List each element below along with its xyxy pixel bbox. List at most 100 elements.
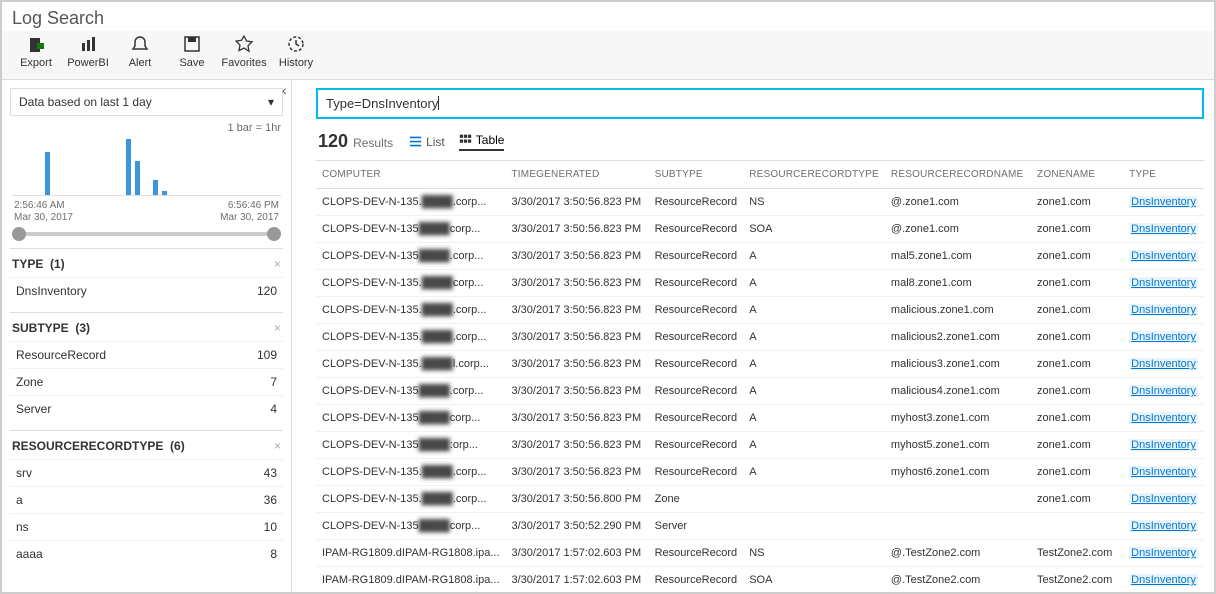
cell-time: 3/30/2017 1:57:02.603 PM <box>506 567 649 593</box>
time-range-slider[interactable] <box>12 232 281 236</box>
collapse-sidebar-chevron-icon[interactable]: ‹ <box>282 82 287 98</box>
table-row[interactable]: CLOPS-DEV-N-135████corp...3/30/2017 3:50… <box>316 216 1204 243</box>
column-header[interactable]: RESOURCERECORDTYPE <box>743 161 885 189</box>
table-row[interactable]: CLOPS-DEV-N-135.████.corp...3/30/2017 3:… <box>316 459 1204 486</box>
facet-row[interactable]: DnsInventory120 <box>10 277 283 304</box>
cell-rrn: mal8.zone1.com <box>885 270 1031 297</box>
search-query-box[interactable]: Type=DnsInventory <box>316 88 1204 119</box>
cell-rrn <box>885 486 1031 513</box>
cell-subtype: ResourceRecord <box>649 351 744 378</box>
toolbar-label: Alert <box>129 57 152 69</box>
view-toggle-table[interactable]: Table <box>459 133 505 151</box>
type-link[interactable]: DnsInventory <box>1129 547 1198 559</box>
powerbi-button[interactable]: PowerBI <box>64 35 112 69</box>
close-icon[interactable]: × <box>274 257 281 271</box>
results-count: 120 Results <box>318 131 393 152</box>
type-link[interactable]: DnsInventory <box>1129 493 1198 505</box>
facet-label: ResourceRecord <box>16 348 106 362</box>
facet-row[interactable]: a36 <box>10 486 283 513</box>
facet-count: 109 <box>257 348 277 362</box>
type-link[interactable]: DnsInventory <box>1129 304 1198 316</box>
cell-zone: zone1.com <box>1031 459 1123 486</box>
cell-rrn: @.zone1.com <box>885 216 1031 243</box>
cell-time: 3/30/2017 3:50:56.823 PM <box>506 378 649 405</box>
facet-header: RESOURCERECORDTYPE (6)× <box>10 439 283 459</box>
cell-rrt: A <box>743 378 885 405</box>
cell-zone: TestZone2.com <box>1031 567 1123 593</box>
histogram-bar[interactable] <box>45 152 50 195</box>
table-row[interactable]: CLOPS-DEV-N-135.████l.corp...3/30/2017 3… <box>316 351 1204 378</box>
close-icon[interactable]: × <box>274 321 281 335</box>
cell-type: DnsInventory <box>1123 513 1204 540</box>
facet-row[interactable]: aaaa8 <box>10 540 283 567</box>
table-row[interactable]: IPAM-RG1809.dIPAM-RG1808.ipa...3/30/2017… <box>316 567 1204 593</box>
type-link[interactable]: DnsInventory <box>1129 439 1198 451</box>
cell-rrt: SOA <box>743 567 885 593</box>
type-link[interactable]: DnsInventory <box>1129 250 1198 262</box>
column-header[interactable]: ZONENAME <box>1031 161 1123 189</box>
cell-time: 3/30/2017 3:50:56.823 PM <box>506 216 649 243</box>
facet-row[interactable]: ns10 <box>10 513 283 540</box>
table-row[interactable]: CLOPS-DEV-N-135████corp...3/30/2017 3:50… <box>316 405 1204 432</box>
table-row[interactable]: CLOPS-DEV-N-135.████.corp...3/30/2017 3:… <box>316 486 1204 513</box>
facet-header: SUBTYPE (3)× <box>10 321 283 341</box>
column-header[interactable]: TIMEGENERATED <box>506 161 649 189</box>
close-icon[interactable]: × <box>274 439 281 453</box>
histogram-bar[interactable] <box>135 161 140 195</box>
table-row[interactable]: CLOPS-DEV-N-135████corp...3/30/2017 3:50… <box>316 513 1204 540</box>
type-link[interactable]: DnsInventory <box>1129 385 1198 397</box>
cell-subtype: ResourceRecord <box>649 189 744 216</box>
table-row[interactable]: IPAM-RG1809.dIPAM-RG1808.ipa...3/30/2017… <box>316 540 1204 567</box>
save-button[interactable]: Save <box>168 35 216 69</box>
histogram-chart[interactable] <box>12 134 281 196</box>
type-link[interactable]: DnsInventory <box>1129 196 1198 208</box>
histogram-bar[interactable] <box>153 180 158 195</box>
cell-subtype: ResourceRecord <box>649 405 744 432</box>
type-link[interactable]: DnsInventory <box>1129 520 1198 532</box>
table-row[interactable]: CLOPS-DEV-N-135████:orp...3/30/2017 3:50… <box>316 432 1204 459</box>
export-button[interactable]: Export <box>12 35 60 69</box>
type-link[interactable]: DnsInventory <box>1129 331 1198 343</box>
facet-row[interactable]: srv43 <box>10 459 283 486</box>
results-table-wrap[interactable]: COMPUTERTIMEGENERATEDSUBTYPERESOURCERECO… <box>316 160 1204 592</box>
cell-type: DnsInventory <box>1123 324 1204 351</box>
alert-button[interactable]: Alert <box>116 35 164 69</box>
table-row[interactable]: CLOPS-DEV-N-135████.corp...3/30/2017 3:5… <box>316 378 1204 405</box>
type-link[interactable]: DnsInventory <box>1129 466 1198 478</box>
cell-rrn: myhost5.zone1.com <box>885 432 1031 459</box>
cell-subtype: Zone <box>649 486 744 513</box>
facet-section: TYPE (1)×DnsInventory120 <box>10 248 283 304</box>
cell-zone: zone1.com <box>1031 351 1123 378</box>
axis-label-right: 6:56:46 PM Mar 30, 2017 <box>220 200 279 224</box>
type-link[interactable]: DnsInventory <box>1129 223 1198 235</box>
table-row[interactable]: CLOPS-DEV-N-135████.corp...3/30/2017 3:5… <box>316 243 1204 270</box>
export-icon <box>27 35 45 53</box>
sidebar: Data based on last 1 day ▾ 1 bar = 1hr 2… <box>2 80 292 592</box>
powerbi-icon <box>79 35 97 53</box>
cell-zone: zone1.com <box>1031 297 1123 324</box>
type-link[interactable]: DnsInventory <box>1129 277 1198 289</box>
type-link[interactable]: DnsInventory <box>1129 574 1198 586</box>
table-row[interactable]: CLOPS-DEV-N-135.████.corp...3/30/2017 3:… <box>316 324 1204 351</box>
type-link[interactable]: DnsInventory <box>1129 412 1198 424</box>
alert-icon <box>131 35 149 53</box>
facet-row[interactable]: Zone7 <box>10 368 283 395</box>
history-button[interactable]: History <box>272 35 320 69</box>
favorites-icon <box>235 35 253 53</box>
facet-row[interactable]: Server4 <box>10 395 283 422</box>
type-link[interactable]: DnsInventory <box>1129 358 1198 370</box>
time-range-dropdown[interactable]: Data based on last 1 day ▾ <box>10 88 283 116</box>
facet-row[interactable]: ResourceRecord 109 <box>10 341 283 368</box>
table-row[interactable]: CLOPS-DEV-N-135.████.corp...3/30/2017 3:… <box>316 189 1204 216</box>
cell-subtype: ResourceRecord <box>649 243 744 270</box>
column-header[interactable]: COMPUTER <box>316 161 506 189</box>
histogram-bar[interactable] <box>162 191 167 195</box>
histogram-bar[interactable] <box>126 139 131 195</box>
table-row[interactable]: CLOPS-DEV-N-135.████corp...3/30/2017 3:5… <box>316 270 1204 297</box>
column-header[interactable]: RESOURCERECORDNAME <box>885 161 1031 189</box>
favorites-button[interactable]: Favorites <box>220 35 268 69</box>
table-row[interactable]: CLOPS-DEV-N-135.████.corp...3/30/2017 3:… <box>316 297 1204 324</box>
view-toggle-list[interactable]: List <box>409 133 445 151</box>
column-header[interactable]: TYPE <box>1123 161 1204 189</box>
column-header[interactable]: SUBTYPE <box>649 161 744 189</box>
